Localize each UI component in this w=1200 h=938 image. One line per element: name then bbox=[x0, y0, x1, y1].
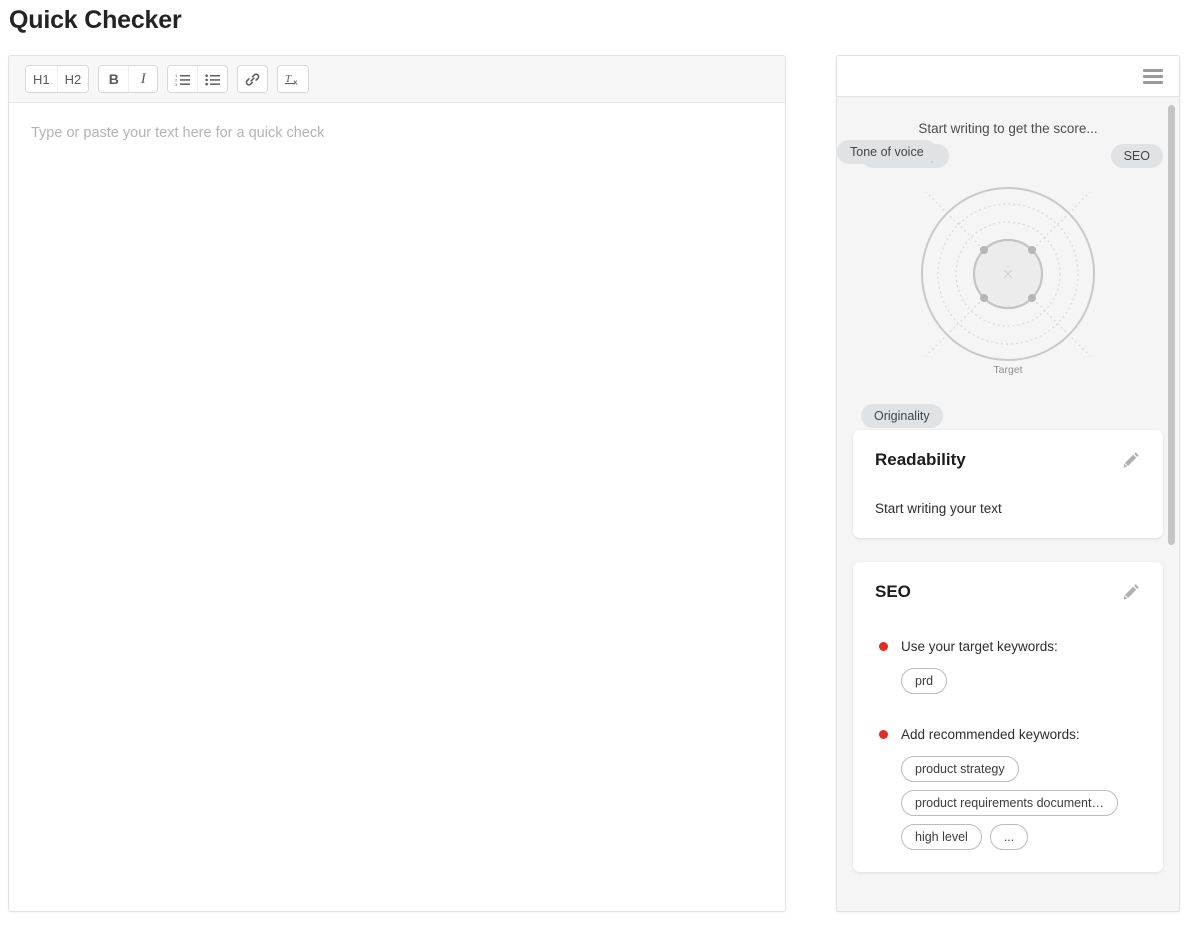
insights-header bbox=[837, 56, 1179, 97]
target-keyword-chips: prd bbox=[901, 668, 1141, 694]
bold-button[interactable]: B bbox=[99, 66, 129, 92]
clear-formatting-icon: T x bbox=[285, 72, 301, 86]
pencil-icon[interactable] bbox=[1122, 450, 1141, 474]
seo-item-target-keywords: Use your target keywords: prd bbox=[875, 639, 1141, 694]
radar-axis-label-tone-of-voice[interactable]: Tone of voice bbox=[837, 140, 937, 164]
readability-card-title: Readability bbox=[875, 450, 966, 469]
status-dot bbox=[879, 642, 888, 651]
keyword-chip-more[interactable]: ... bbox=[989, 824, 1029, 850]
seo-item-label: Add recommended keywords: bbox=[901, 727, 1080, 742]
hamburger-bar bbox=[1143, 74, 1163, 78]
radar-svg bbox=[921, 187, 1095, 361]
link-button[interactable] bbox=[238, 66, 268, 92]
seo-item-line: Add recommended keywords: bbox=[875, 727, 1141, 742]
status-dot bbox=[879, 730, 888, 739]
bold-label: B bbox=[108, 71, 119, 87]
svg-text:3: 3 bbox=[175, 82, 178, 86]
ordered-list-button[interactable]: 1 2 3 bbox=[168, 66, 198, 92]
keyword-chip[interactable]: prd bbox=[901, 668, 948, 694]
seo-card: SEO Use your target keywords: prd Add re… bbox=[853, 562, 1163, 872]
recommended-keyword-chips: product strategy product requirements do… bbox=[901, 756, 1141, 850]
toolbar-group-styles: B I bbox=[98, 65, 159, 93]
hamburger-bar bbox=[1143, 68, 1163, 72]
toolbar-group-link bbox=[237, 65, 269, 93]
hamburger-bar bbox=[1143, 80, 1163, 84]
ordered-list-icon: 1 2 3 bbox=[175, 73, 191, 86]
italic-button[interactable]: I bbox=[128, 66, 158, 92]
seo-card-title: SEO bbox=[875, 582, 911, 601]
readability-card-header: Readability bbox=[875, 450, 1141, 474]
seo-card-header: SEO bbox=[875, 582, 1141, 606]
keyword-chip[interactable]: high level bbox=[901, 824, 982, 850]
seo-item-recommended-keywords: Add recommended keywords: product strate… bbox=[875, 727, 1141, 850]
keyword-chip[interactable]: product requirements document… bbox=[901, 790, 1118, 816]
pencil-icon[interactable] bbox=[1122, 582, 1141, 606]
heading-2-button[interactable]: H2 bbox=[56, 66, 89, 92]
insights-panel: Start writing to get the score... Readab… bbox=[836, 55, 1180, 912]
radar-axis-label-seo[interactable]: SEO bbox=[1110, 144, 1163, 168]
link-icon bbox=[245, 72, 260, 87]
clear-formatting-button[interactable]: T x bbox=[278, 66, 309, 92]
insights-scrollbar-thumb[interactable] bbox=[1168, 105, 1175, 545]
svg-text:x: x bbox=[293, 78, 298, 86]
italic-label: I bbox=[140, 70, 146, 87]
hamburger-menu-icon[interactable] bbox=[1143, 66, 1163, 87]
score-caption: Start writing to get the score... bbox=[918, 121, 1098, 136]
seo-item-label: Use your target keywords: bbox=[901, 639, 1058, 654]
toolbar-group-headings: H1 H2 bbox=[25, 65, 90, 93]
editor-toolbar: H1 H2 B I 1 2 3 T x bbox=[9, 56, 785, 103]
page-title: Quick Checker bbox=[9, 6, 182, 34]
radar-target-label: Target bbox=[989, 364, 1027, 376]
toolbar-group-lists: 1 2 3 bbox=[167, 65, 229, 93]
seo-item-line: Use your target keywords: bbox=[875, 639, 1141, 654]
unordered-list-icon bbox=[205, 73, 221, 86]
editor-placeholder: Type or paste your text here for a quick… bbox=[31, 125, 325, 141]
editor-panel: H1 H2 B I 1 2 3 T x Type or paste your t… bbox=[8, 55, 786, 912]
unordered-list-button[interactable] bbox=[197, 66, 228, 92]
insights-scrollbar[interactable] bbox=[1167, 97, 1176, 911]
readability-card: Readability Start writing your text bbox=[853, 430, 1163, 538]
heading-2-label: H2 bbox=[64, 71, 82, 87]
editor-text-area[interactable]: Type or paste your text here for a quick… bbox=[9, 103, 785, 911]
insights-scroll-area[interactable]: Start writing to get the score... Readab… bbox=[837, 97, 1179, 911]
toolbar-group-clear: T x bbox=[277, 65, 310, 93]
keyword-chip[interactable]: product strategy bbox=[901, 756, 1019, 782]
heading-1-button[interactable]: H1 bbox=[26, 66, 57, 92]
radar-axis-label-originality[interactable]: Originality bbox=[861, 404, 943, 428]
score-radar-chart: Readability SEO Originality Tone of voic… bbox=[837, 140, 1179, 430]
readability-card-text: Start writing your text bbox=[875, 501, 1002, 516]
heading-1-label: H1 bbox=[33, 71, 50, 87]
